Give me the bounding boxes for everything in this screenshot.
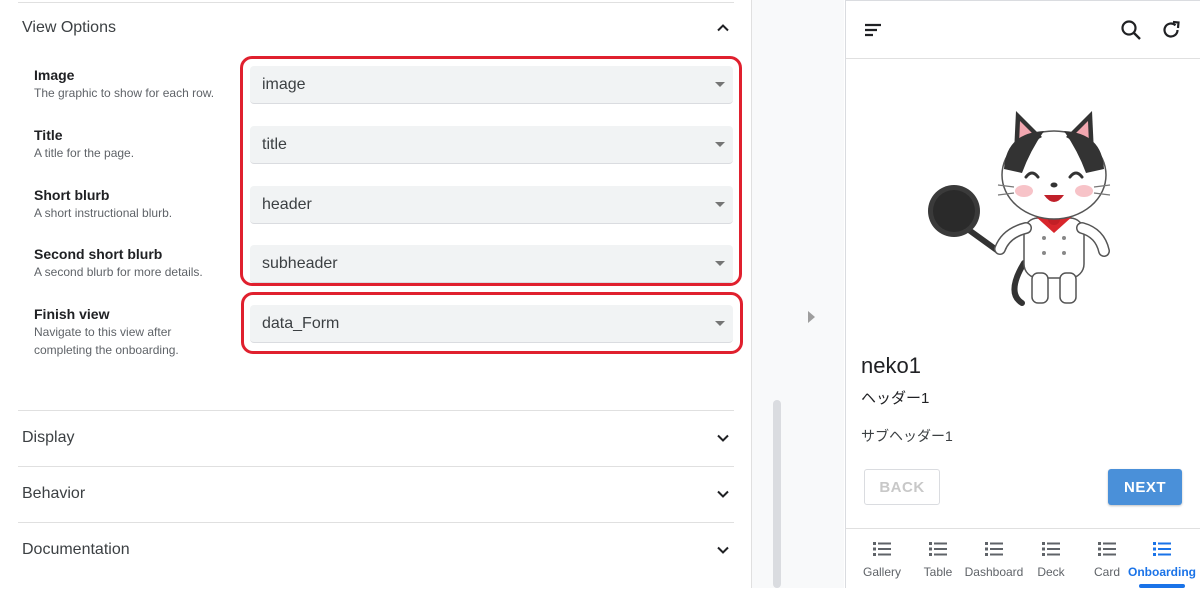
option-description: The graphic to show for each row. — [34, 86, 215, 100]
list-icon — [985, 542, 1003, 556]
select-value: subheader — [262, 254, 338, 272]
dropdown-caret-icon — [715, 320, 725, 326]
select-value: data_Form — [262, 314, 340, 332]
dropdown-caret-icon — [715, 260, 725, 266]
nav-item-gallery[interactable]: Gallery — [854, 529, 910, 590]
select-value: image — [262, 75, 306, 93]
list-icon — [929, 542, 947, 556]
section-title: Behavior — [22, 485, 86, 502]
nav-item-deck[interactable]: Deck — [1023, 529, 1079, 590]
section-display[interactable]: Display — [18, 410, 734, 466]
short-blurb-select[interactable]: header — [250, 186, 733, 224]
onboarding-image — [928, 111, 1111, 306]
refresh-icon[interactable] — [1158, 17, 1184, 43]
nav-label: Table — [923, 565, 953, 579]
active-tab-indicator — [1139, 584, 1185, 588]
section-behavior[interactable]: Behavior — [18, 466, 734, 522]
option-title: Finish view — [34, 306, 110, 322]
option-row-second-short-blurb: Second short blurb A second blurb for mo… — [0, 245, 740, 301]
option-row-finish-view: Finish view Navigate to this view after … — [0, 305, 740, 365]
app-preview: neko1 ヘッダー1 サブヘッダー1 BACK NEXT Gallery Ta… — [845, 0, 1200, 589]
second-short-blurb-select[interactable]: subheader — [250, 245, 733, 283]
section-title: Documentation — [22, 541, 130, 558]
onboarding-header: ヘッダー1 — [861, 390, 930, 407]
editor-panel: View Options Image The graphic to show f… — [0, 0, 752, 588]
finish-view-select[interactable]: data_Form — [250, 305, 733, 343]
nav-item-dashboard[interactable]: Dashboard — [964, 529, 1024, 590]
section-view-options[interactable]: View Options — [18, 0, 734, 56]
option-description: A second blurb for more details. — [34, 265, 203, 279]
nav-label: Dashboard — [964, 565, 1024, 579]
next-button[interactable]: NEXT — [1108, 469, 1182, 505]
option-title: Short blurb — [34, 187, 110, 203]
nav-item-card[interactable]: Card — [1079, 529, 1135, 590]
scrollbar[interactable] — [773, 400, 781, 588]
chevron-up-icon — [716, 21, 730, 35]
chevron-down-icon — [716, 543, 730, 557]
option-label: Finish view Navigate to this view after … — [34, 305, 234, 359]
nav-label: Gallery — [862, 565, 901, 579]
image-select[interactable]: image — [250, 66, 733, 104]
list-icon — [873, 542, 891, 556]
option-description: A title for the page. — [34, 146, 135, 160]
option-description: completing the onboarding. — [34, 343, 179, 357]
option-row-image: Image The graphic to show for each row. … — [0, 66, 740, 122]
option-label: Image The graphic to show for each row. — [34, 66, 234, 102]
nav-label: Onboarding — [1128, 565, 1196, 579]
select-value: header — [262, 195, 312, 213]
dropdown-caret-icon — [715, 141, 725, 147]
option-row-short-blurb: Short blurb A short instructional blurb.… — [0, 186, 740, 242]
bottom-navigation: Gallery Table Dashboard Deck Card Onboar… — [846, 528, 1200, 589]
section-title: Display — [22, 429, 75, 446]
list-icon — [1042, 542, 1060, 556]
section-title: View Options — [22, 19, 116, 36]
option-description: A short instructional blurb. — [34, 206, 173, 220]
list-icon — [1098, 542, 1116, 556]
section-documentation[interactable]: Documentation — [18, 522, 734, 578]
option-label: Short blurb A short instructional blurb. — [34, 186, 234, 222]
onboarding-subheader: サブヘッダー1 — [861, 428, 953, 444]
option-row-title: Title A title for the page. title — [0, 126, 740, 182]
expand-arrow-icon[interactable] — [808, 311, 815, 323]
list-icon — [1153, 542, 1171, 556]
title-select[interactable]: title — [250, 126, 733, 164]
option-description: Navigate to this view after — [34, 325, 172, 339]
option-title: Title — [34, 127, 63, 143]
nav-label: Card — [1093, 565, 1120, 579]
option-title: Image — [34, 67, 75, 83]
onboarding-title: neko1 — [861, 353, 921, 378]
panel-gutter — [752, 0, 844, 588]
app-bar — [846, 1, 1200, 59]
nav-item-table[interactable]: Table — [910, 529, 966, 590]
search-icon[interactable] — [1118, 17, 1144, 43]
option-label: Title A title for the page. — [34, 126, 234, 162]
nav-label: Deck — [1037, 565, 1065, 579]
option-label: Second short blurb A second blurb for mo… — [34, 245, 234, 281]
chevron-down-icon — [716, 487, 730, 501]
nav-item-onboarding[interactable]: Onboarding — [1128, 529, 1196, 590]
chevron-down-icon — [716, 431, 730, 445]
back-button[interactable]: BACK — [864, 469, 940, 505]
menu-icon[interactable] — [860, 17, 886, 43]
dropdown-caret-icon — [715, 81, 725, 87]
dropdown-caret-icon — [715, 201, 725, 207]
option-title: Second short blurb — [34, 246, 163, 262]
select-value: title — [262, 135, 287, 153]
